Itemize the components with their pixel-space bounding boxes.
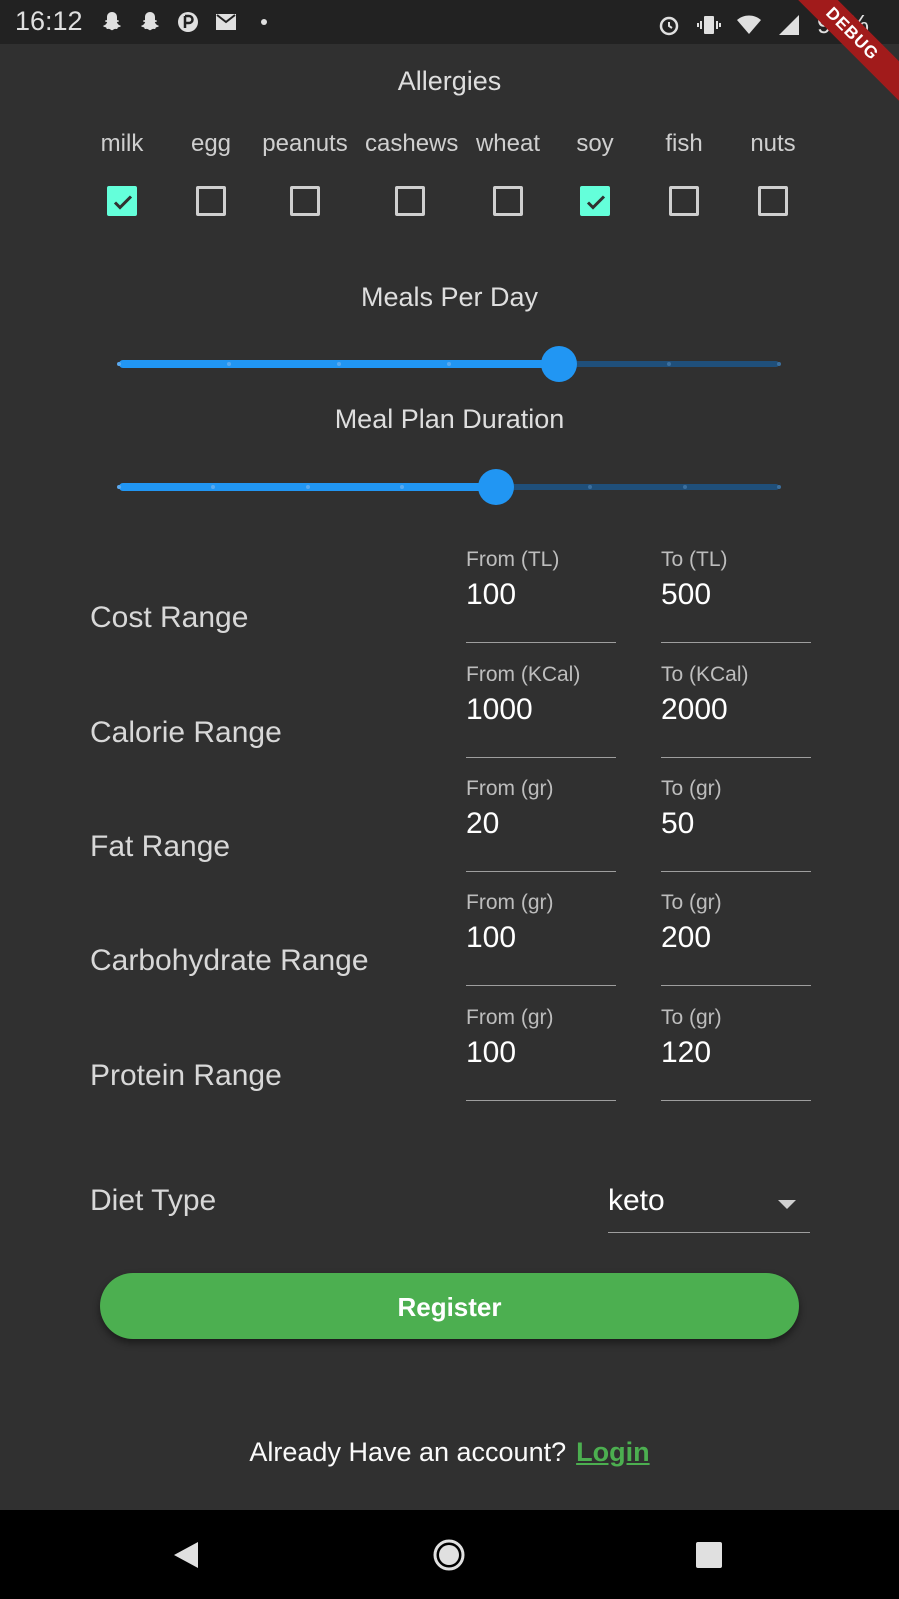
allergy-checkbox[interactable] [493,186,523,216]
alarm-icon [659,16,679,35]
allergy-label: milk [100,130,144,157]
to-input-value: 500 [661,578,712,611]
allergy-label: peanuts [262,130,348,157]
check-icon [113,195,133,210]
to-input-label: To (gr) [661,1006,722,1029]
from-input-label: From (KCal) [466,663,581,686]
vibrate-icon [696,15,721,34]
from-input-value: 1000 [466,693,533,726]
from-input-label: From (TL) [466,548,560,571]
range-label: Cost Range [90,601,249,634]
allergies-title: Allergies [397,66,502,96]
from-input-label: From (gr) [466,1006,554,1029]
to-input[interactable]: To (gr) 50 [661,777,811,872]
from-input[interactable]: From (KCal) 1000 [466,663,616,758]
to-input[interactable]: To (gr) 120 [661,1006,811,1101]
login-prompt: Already Have an account? Login [0,1437,899,1468]
allergy-checkbox[interactable] [107,186,137,216]
snapchat-icon [141,12,159,31]
allergy-checkbox[interactable] [580,186,610,216]
slider-tick [117,485,121,489]
slider-tick [667,362,671,366]
slider-tick [227,362,231,366]
meal-plan-duration-title: Meal Plan Duration [334,404,565,434]
register-button[interactable]: Register [100,1273,799,1339]
chevron-down-icon [778,1200,796,1209]
allergy-checkbox[interactable] [196,186,226,216]
from-input-value: 100 [466,1036,517,1069]
notification-icons [100,10,276,34]
status-time: 16:12 [15,6,83,36]
from-input-value: 100 [466,921,517,954]
to-input[interactable]: To (KCal) 2000 [661,663,811,758]
login-prompt-text: Already Have an account? [249,1437,567,1467]
login-link[interactable]: Login [576,1437,649,1467]
range-label: Protein Range [90,1059,282,1092]
from-input-value: 20 [466,807,500,840]
home-icon[interactable] [432,1538,466,1572]
to-input-value: 2000 [661,693,728,726]
status-bar: 16:12 94% DEBUG [0,0,899,112]
allergy-checkbox[interactable] [290,186,320,216]
meal-plan-duration-slider[interactable] [117,469,781,505]
to-input-label: To (TL) [661,548,728,571]
recents-icon[interactable] [695,1541,723,1569]
dot-icon [261,19,267,25]
to-input-value: 120 [661,1036,712,1069]
app-icon [178,12,198,32]
to-input[interactable]: To (gr) 200 [661,891,811,986]
from-input[interactable]: From (gr) 100 [466,891,616,986]
slider-tick [682,485,687,489]
to-input[interactable]: To (TL) 500 [661,548,811,643]
to-input-label: To (KCal) [661,663,749,686]
slider-thumb[interactable] [477,469,514,505]
back-icon[interactable] [172,1540,200,1570]
diet-type-dropdown[interactable]: keto [608,1172,810,1233]
navigation-bar [0,1510,899,1599]
slider-tick [447,362,451,366]
to-input-label: To (gr) [661,891,722,914]
to-input-label: To (gr) [661,777,722,800]
range-label: Carbohydrate Range [90,944,369,977]
slider-tick [399,485,404,489]
from-input[interactable]: From (gr) 100 [466,1006,616,1101]
from-input[interactable]: From (gr) 20 [466,777,616,872]
signal-icon [778,14,799,35]
slider-thumb[interactable] [541,346,578,382]
slider-tick [337,362,341,366]
diet-type-value: keto [608,1184,665,1217]
range-label: Fat Range [90,830,231,863]
from-input-value: 100 [466,578,517,611]
slider-tick [777,485,781,489]
allergy-checkbox[interactable] [395,186,425,216]
allergy-label: egg [190,130,232,157]
allergy-label: nuts [750,130,796,157]
slider-tick [117,362,121,366]
slider-tick [777,362,781,366]
wifi-icon [736,15,761,34]
to-input-value: 50 [661,807,695,840]
mail-icon [216,14,236,30]
to-input-value: 200 [661,921,712,954]
range-label: Calorie Range [90,716,282,749]
allergy-checkbox[interactable] [669,186,699,216]
check-icon [586,195,606,210]
snapchat-icon [103,12,121,31]
allergy-checkbox[interactable] [758,186,788,216]
from-input[interactable]: From (TL) 100 [466,548,616,643]
diet-type-label: Diet Type [90,1184,217,1217]
allergy-label: fish [665,130,703,157]
allergy-label: soy [576,130,614,157]
meals-per-day-title: Meals Per Day [360,282,539,312]
from-input-label: From (gr) [466,891,554,914]
meals-per-day-slider[interactable] [117,346,781,382]
allergy-label: wheat [475,130,541,157]
allergy-label: cashews [365,130,459,157]
from-input-label: From (gr) [466,777,554,800]
slider-tick [305,485,310,489]
